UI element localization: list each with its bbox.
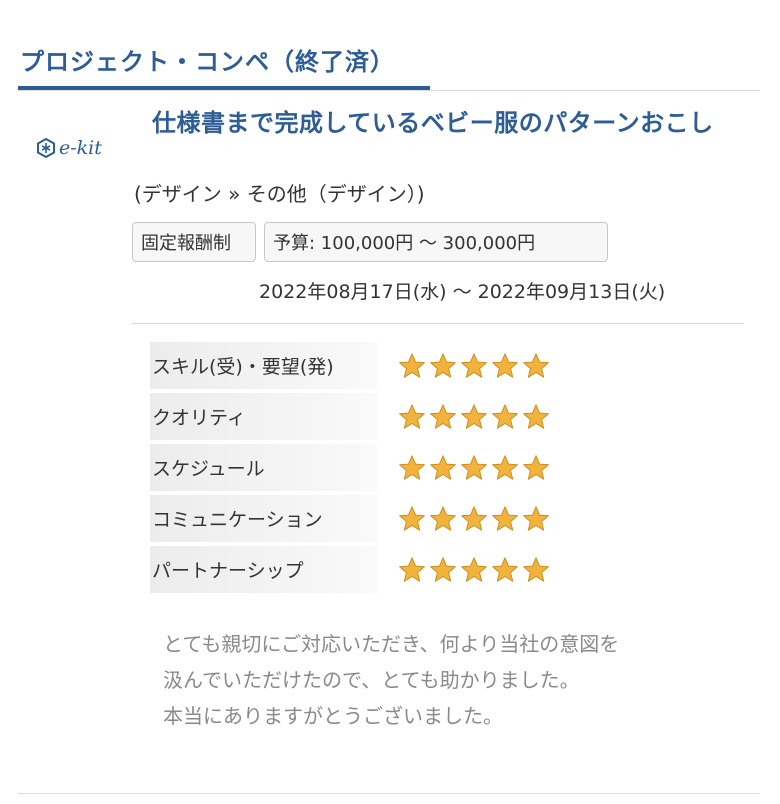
client-logo[interactable]: e-kit xyxy=(36,134,126,162)
section-header: プロジェクト・コンペ（終了済） xyxy=(18,38,430,91)
comment-line: とても親切にご対応いただき、何より当社の意図を xyxy=(163,632,620,656)
star-icon xyxy=(491,505,522,533)
star-icon xyxy=(460,505,491,533)
star-icon xyxy=(522,556,553,584)
rating-row: コミュニケーション xyxy=(150,495,550,546)
star-icon xyxy=(460,556,491,584)
star-icon xyxy=(460,352,491,380)
project-category: (デザイン » その他（デザイン）) xyxy=(134,182,425,206)
star-icon xyxy=(522,454,553,482)
header-divider xyxy=(18,90,760,91)
star-icon xyxy=(398,556,429,584)
star-icon xyxy=(522,352,553,380)
star-icon xyxy=(522,403,553,431)
rating-table: スキル(受)・要望(発) クオリティ スケジュール コミュニケーション パートナ… xyxy=(150,342,550,597)
fee-type-badge: 固定報酬制 xyxy=(132,222,256,262)
star-icon xyxy=(398,352,429,380)
period-divider xyxy=(132,323,744,324)
star-icon xyxy=(429,352,460,380)
project-period: 2022年08月17日(水) 〜 2022年09月13日(火) xyxy=(259,281,666,303)
project-title-link[interactable]: 仕様書まで完成しているベビー服のパターンおこし xyxy=(152,108,752,139)
rating-row: スキル(受)・要望(発) xyxy=(150,342,550,393)
hexagon-logo-icon xyxy=(37,138,55,158)
rating-label-communication: コミュニケーション xyxy=(150,495,377,542)
star-icon xyxy=(398,403,429,431)
star-icon xyxy=(398,454,429,482)
rating-label-quality: クオリティ xyxy=(150,393,377,440)
star-icon xyxy=(522,505,553,533)
rating-stars xyxy=(398,505,553,533)
rating-row: パートナーシップ xyxy=(150,546,550,597)
comment-line: 本当にありますがとうございました。 xyxy=(163,704,503,728)
star-icon xyxy=(460,454,491,482)
star-icon xyxy=(491,454,522,482)
section-title: プロジェクト・コンペ（終了済） xyxy=(20,48,395,76)
rating-stars xyxy=(398,352,553,380)
rating-label-skill: スキル(受)・要望(発) xyxy=(150,342,377,389)
rating-stars xyxy=(398,454,553,482)
rating-label-partnership: パートナーシップ xyxy=(150,546,377,593)
star-icon xyxy=(429,454,460,482)
bottom-divider xyxy=(18,793,760,794)
rating-label-schedule: スケジュール xyxy=(150,444,377,491)
star-icon xyxy=(429,556,460,584)
star-icon xyxy=(398,505,429,533)
review-comment: とても親切にご対応いただき、何より当社の意図を 汲んでいただけたので、とても助か… xyxy=(163,626,743,734)
comment-line: 汲んでいただけたので、とても助かりました。 xyxy=(163,668,580,692)
budget-badge: 予算: 100,000円 〜 300,000円 xyxy=(264,222,608,262)
rating-stars xyxy=(398,556,553,584)
star-icon xyxy=(429,505,460,533)
star-icon xyxy=(460,403,491,431)
rating-row: スケジュール xyxy=(150,444,550,495)
star-icon xyxy=(491,556,522,584)
rating-row: クオリティ xyxy=(150,393,550,444)
star-icon xyxy=(429,403,460,431)
logo-text: e-kit xyxy=(59,137,102,159)
star-icon xyxy=(491,403,522,431)
rating-stars xyxy=(398,403,553,431)
star-icon xyxy=(491,352,522,380)
